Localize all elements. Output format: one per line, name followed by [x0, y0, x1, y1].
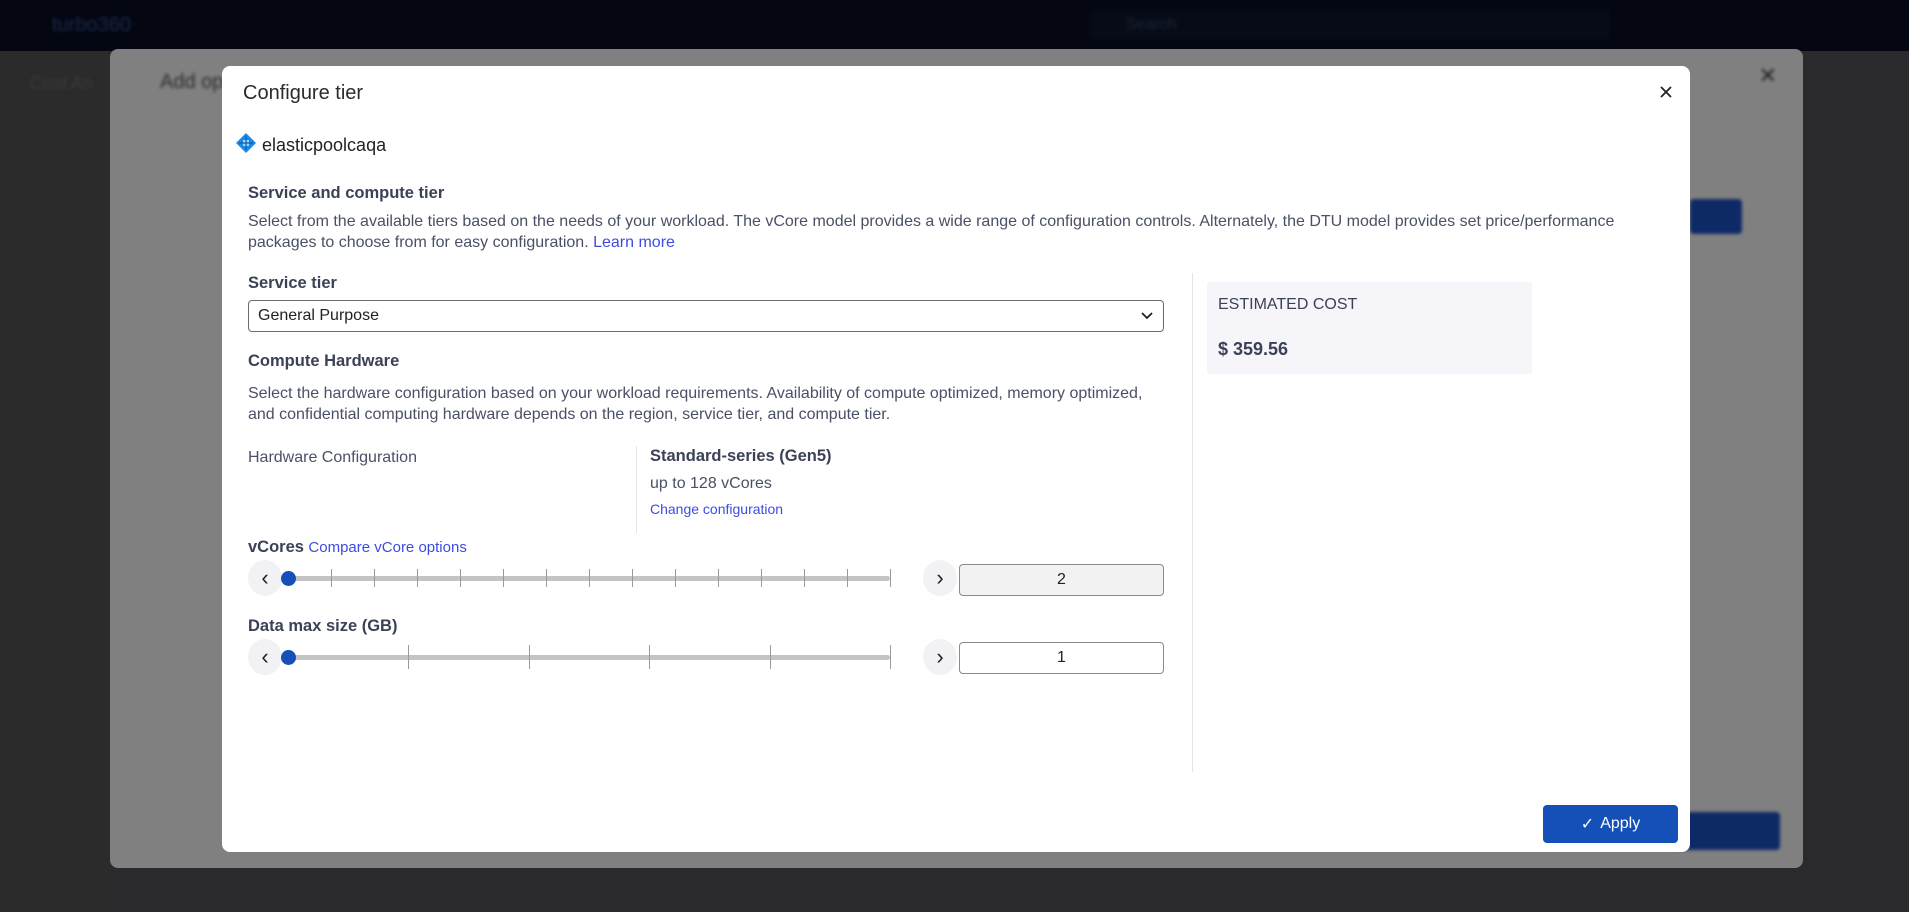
data-max-size-slider: ‹ › — [248, 639, 970, 675]
hardware-configuration-label: Hardware Configuration — [248, 449, 417, 466]
data-size-slider-track[interactable] — [281, 645, 891, 669]
data-max-size-input[interactable]: 1 — [959, 642, 1164, 674]
app-top-bar: turbo360 Search — [0, 0, 1909, 51]
data-size-increment-button[interactable]: › — [923, 639, 957, 675]
estimated-cost-label: ESTIMATED COST — [1218, 296, 1358, 313]
slider-tick — [374, 569, 375, 587]
change-configuration-link[interactable]: Change configuration — [650, 501, 783, 517]
brand-logo: turbo360 — [52, 14, 131, 36]
dialog-title: Configure tier — [243, 82, 364, 104]
slider-tick — [417, 569, 418, 587]
background-page-title: Cost An — [30, 73, 94, 93]
compute-hardware-description: Select the hardware configuration based … — [248, 385, 1143, 423]
vcores-slider: ‹ › — [248, 560, 970, 596]
check-icon: ✓ — [1580, 816, 1595, 833]
vcores-increment-button[interactable]: › — [923, 560, 957, 596]
chevron-right-icon: › — [936, 644, 944, 669]
slider-tick — [769, 645, 771, 669]
slider-tick — [761, 569, 762, 587]
data-size-decrement-button[interactable]: ‹ — [248, 639, 282, 675]
background-sidebar: Cost An — [0, 51, 110, 912]
slider-tick — [503, 569, 504, 587]
slider-tick — [632, 569, 633, 587]
background-action-button[interactable] — [1690, 199, 1742, 234]
hardware-config-name: Standard-series (Gen5) — [650, 447, 832, 465]
column-divider — [1192, 273, 1193, 772]
vcores-slider-track[interactable] — [281, 569, 891, 587]
slider-tick — [890, 645, 891, 669]
compare-vcore-options-link[interactable]: Compare vCore options — [308, 539, 466, 556]
vcores-label-row: vCores Compare vCore options — [248, 538, 467, 556]
chevron-right-icon: › — [936, 565, 944, 590]
resource-name: elasticpoolcaqa — [262, 135, 387, 155]
vcores-input[interactable]: 2 — [959, 564, 1164, 596]
data-size-slider-thumb[interactable] — [281, 650, 296, 665]
close-icon[interactable] — [1652, 78, 1680, 106]
vcores-slider-thumb[interactable] — [281, 571, 296, 586]
global-search[interactable]: Search — [1090, 10, 1610, 40]
slider-tick — [460, 569, 461, 587]
resource-header: elasticpoolcaqa — [235, 132, 386, 159]
slider-tick — [718, 569, 719, 587]
slider-tick — [890, 569, 891, 587]
compute-hardware-heading: Compute Hardware — [248, 352, 400, 370]
slider-tick — [408, 645, 410, 669]
slider-tick — [546, 569, 547, 587]
learn-more-link[interactable]: Learn more — [593, 234, 675, 251]
apply-button[interactable]: ✓ Apply — [1543, 805, 1678, 843]
chevron-left-icon: ‹ — [261, 565, 269, 590]
hardware-config-detail: up to 128 vCores — [650, 475, 772, 492]
chevron-left-icon: ‹ — [261, 644, 269, 669]
background-dialog-title: Add op — [160, 71, 224, 93]
estimated-cost-card: ESTIMATED COST $ 359.56 — [1207, 282, 1532, 374]
vcores-decrement-button[interactable]: ‹ — [248, 560, 282, 596]
background-close-icon[interactable]: ✕ — [1759, 63, 1777, 89]
service-tier-select[interactable]: General Purpose — [248, 300, 1164, 332]
data-max-size-label: Data max size (GB) — [248, 617, 398, 635]
service-section-description: Select from the available tiers based on… — [248, 213, 1615, 251]
configure-tier-dialog: Configure tier elasticpoolcaqa Service a… — [222, 66, 1690, 852]
slider-tick — [589, 569, 590, 587]
slider-tick — [528, 645, 530, 669]
slider-tick — [847, 569, 848, 587]
slider-tick — [331, 569, 332, 587]
slider-tick — [804, 569, 805, 587]
slider-tick — [675, 569, 676, 587]
service-section-heading: Service and compute tier — [248, 184, 445, 202]
divider — [636, 446, 637, 533]
chevron-down-icon — [1140, 301, 1154, 342]
estimated-cost-value: $ 359.56 — [1218, 339, 1289, 359]
sql-elastic-pool-icon — [235, 132, 257, 159]
slider-tick — [649, 645, 651, 669]
service-tier-label: Service tier — [248, 274, 337, 292]
